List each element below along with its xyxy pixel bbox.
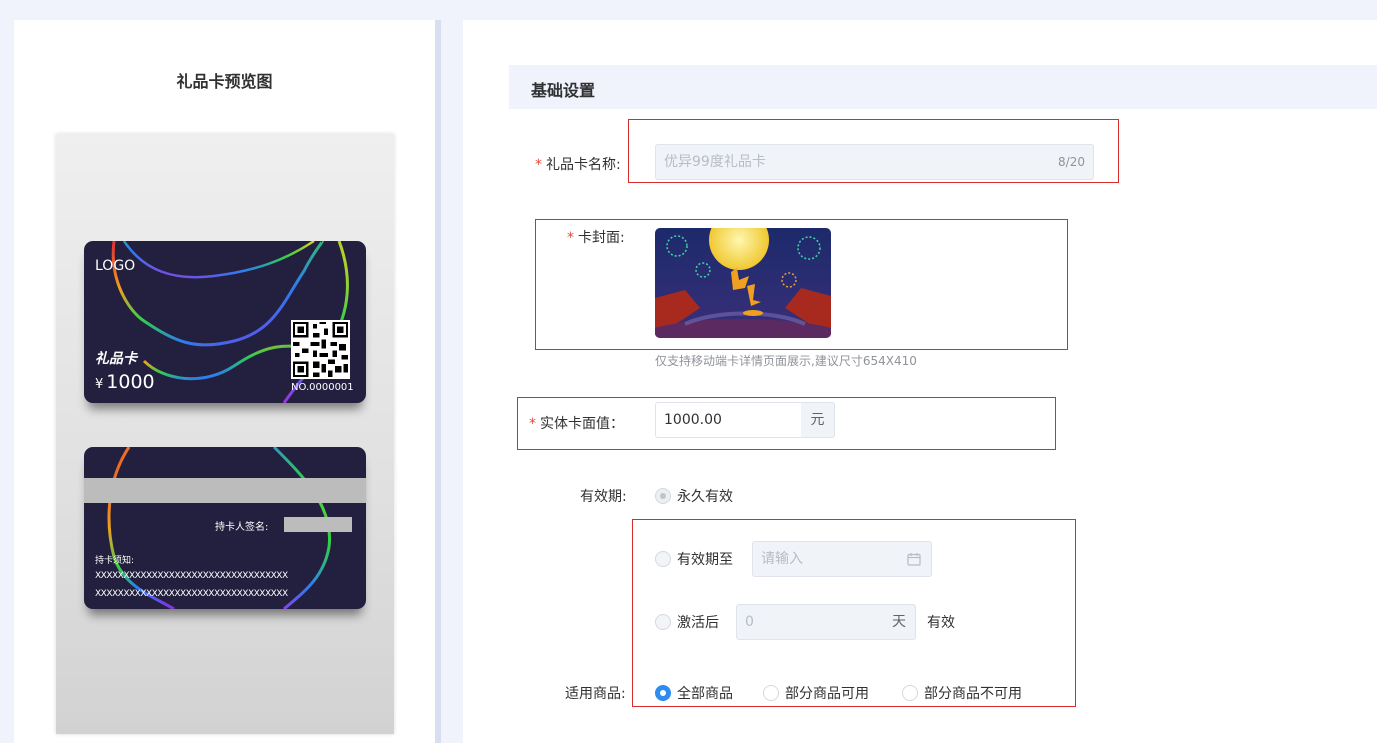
radio-dot <box>902 685 918 701</box>
cover-hint: 仅支持移动端卡详情页面展示,建议尺寸654X410 <box>655 354 917 368</box>
preview-panel: 礼品卡预览图 LOGO 礼品卡 ¥ 1000 NO.0000001 持卡人签名:… <box>14 20 435 743</box>
card-logo: LOGO <box>95 258 136 274</box>
card-front: LOGO 礼品卡 ¥1000 NO.0000001 <box>84 241 366 403</box>
card-amount: ¥1000 <box>95 371 155 393</box>
notice-line: XXXXXXXXXXXXXXXXXXXXXXXXXXXXXXXXXX <box>95 571 288 581</box>
cover-image[interactable] <box>655 228 831 338</box>
gift-card-name-input[interactable]: 优异99度礼品卡 8/20 <box>655 144 1094 180</box>
notice-title: 持卡须知: <box>95 556 135 566</box>
radio-permanent[interactable]: 永久有效 <box>655 486 733 506</box>
radio-partial-goods[interactable]: 部分商品可用 <box>763 683 869 703</box>
radio-after-activation[interactable]: 激活后 <box>655 612 719 632</box>
card-number: NO.0000001 <box>291 382 354 393</box>
calendar-icon <box>907 553 921 566</box>
preview-canvas: LOGO 礼品卡 ¥1000 NO.0000001 持卡人签名: 持卡须知: X… <box>56 134 394 734</box>
signature-box <box>284 517 352 532</box>
required-mark: * <box>567 230 574 246</box>
preview-title: 礼品卡预览图 <box>176 72 273 91</box>
section-header: 基础设置 <box>509 65 1377 109</box>
panel-divider[interactable] <box>435 20 441 743</box>
radio-dot <box>763 685 779 701</box>
cover-label: * 卡封面: <box>567 230 625 246</box>
char-counter: 8/20 <box>1058 155 1085 169</box>
required-mark: * <box>529 416 536 432</box>
days-input[interactable]: 0 <box>736 604 884 640</box>
face-value-input[interactable]: 1000.00 <box>655 402 802 438</box>
face-value-label: * 实体卡面值： <box>529 416 624 432</box>
card-back: 持卡人签名: 持卡须知: XXXXXXXXXXXXXXXXXXXXXXXXXXX… <box>84 447 366 609</box>
notice-line: XXXXXXXXXXXXXXXXXXXXXXXXXXXXXXXXXX <box>95 589 288 599</box>
name-placeholder: 优异99度礼品卡 <box>664 154 766 170</box>
date-placeholder: 请输入 <box>761 551 803 567</box>
goods-label: 适用商品: <box>565 686 626 702</box>
valid-until-date-input[interactable]: 请输入 <box>752 541 932 577</box>
mid-autumn-cover-illustration <box>655 228 831 338</box>
face-value-unit: 元 <box>801 402 835 438</box>
validity-label: 有效期: <box>580 489 627 505</box>
signature-label: 持卡人签名: <box>215 522 269 533</box>
radio-valid-until[interactable]: 有效期至 <box>655 549 733 569</box>
section-title: 基础设置 <box>531 81 596 100</box>
radio-dot <box>655 551 671 567</box>
days-unit: 天 <box>883 604 916 640</box>
amount-value: 1000 <box>106 371 155 393</box>
card-brand: 礼品卡 <box>95 351 137 367</box>
radio-all-goods[interactable]: 全部商品 <box>655 683 733 703</box>
radio-dot <box>655 614 671 630</box>
currency-symbol: ¥ <box>95 377 104 392</box>
radio-dot <box>655 685 671 701</box>
form-panel: 基础设置 * 礼品卡名称: 优异99度礼品卡 8/20 * 卡封面: 仅支持移动… <box>463 20 1377 743</box>
radio-dot <box>655 488 671 504</box>
magnetic-stripe <box>84 478 366 503</box>
qr-code-icon <box>291 320 350 379</box>
radio-excluded-goods[interactable]: 部分商品不可用 <box>902 683 1022 703</box>
valid-suffix: 有效 <box>927 615 955 631</box>
name-label: * 礼品卡名称: <box>535 157 621 173</box>
required-mark: * <box>535 157 542 173</box>
